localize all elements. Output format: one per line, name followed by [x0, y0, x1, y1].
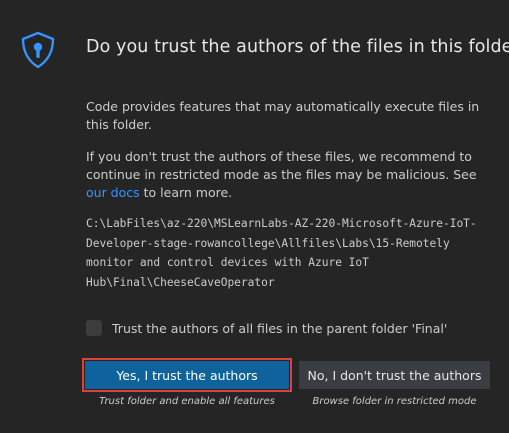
trust-parent-checkbox[interactable]	[86, 320, 102, 336]
restricted-mode-text: If you don't trust the authors of these …	[86, 149, 477, 182]
trust-authors-button[interactable]: Yes, I trust the authors	[85, 361, 289, 389]
trust-parent-checkbox-label[interactable]: Trust the authors of all files in the pa…	[112, 321, 447, 336]
trust-parent-checkbox-row[interactable]: Trust the authors of all files in the pa…	[86, 318, 447, 338]
workspace-trust-dialog: Do you trust the authors of the files in…	[0, 0, 509, 433]
our-docs-link[interactable]: our docs	[86, 185, 140, 200]
restricted-mode-note: If you don't trust the authors of these …	[86, 148, 501, 202]
dont-trust-authors-button[interactable]: No, I don't trust the authors	[299, 361, 490, 389]
dialog-title: Do you trust the authors of the files in…	[86, 37, 509, 57]
folder-path: C:\LabFiles\az-220\MSLearnLabs-AZ-220-Mi…	[86, 217, 477, 289]
dialog-description: Code provides features that may automati…	[86, 99, 480, 132]
shield-lock-icon	[21, 31, 55, 69]
trust-button-caption: Trust folder and enable all features	[99, 396, 275, 407]
primary-button-highlight: Yes, I trust the authors	[82, 358, 292, 392]
restricted-button-caption: Browse folder in restricted mode	[312, 396, 477, 407]
restricted-mode-suffix: to learn more.	[139, 185, 233, 200]
